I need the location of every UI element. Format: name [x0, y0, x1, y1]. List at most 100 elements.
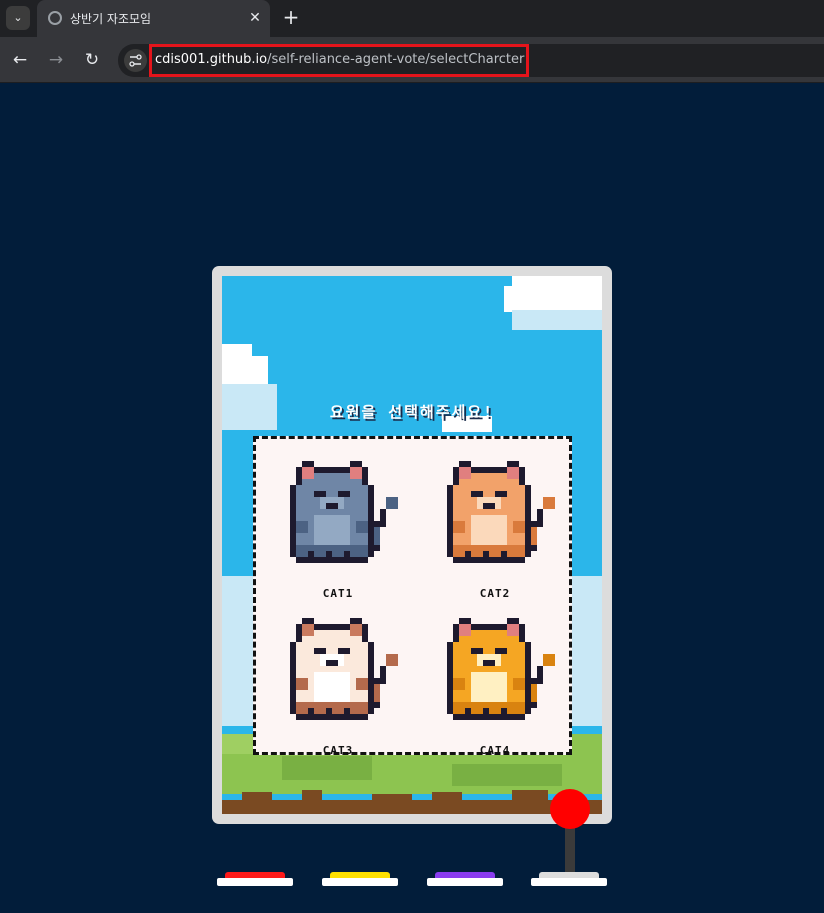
cat-pixel [459, 636, 519, 642]
site-info-icon[interactable] [124, 49, 147, 72]
cat-pixel [380, 509, 386, 527]
arcade-button-yellow[interactable] [322, 872, 398, 886]
cat-pixel [495, 648, 507, 654]
cat-card-1[interactable]: CAT1 [268, 449, 408, 601]
forward-button[interactable]: → [45, 49, 67, 71]
cat-pixel [537, 509, 543, 527]
cat-pixel [459, 479, 519, 485]
cat-pixel [483, 503, 495, 509]
cat-pixel [507, 618, 519, 624]
cat-pixel [314, 648, 326, 654]
cat-pixel [386, 654, 398, 666]
url-path: /self-reliance-agent-vote/selectCharcter [267, 52, 525, 67]
cat-pixel [471, 467, 507, 473]
cat-pixel [314, 491, 326, 497]
cat-pixel [368, 485, 374, 557]
grass-ground [282, 756, 372, 780]
cat-pixel [350, 467, 362, 479]
cat-pixel [453, 678, 465, 690]
reload-button[interactable]: ↻ [81, 49, 103, 71]
cat-pixel [356, 678, 368, 690]
cat-pixel [338, 648, 350, 654]
back-button[interactable]: ← [9, 49, 31, 71]
cat-card-3[interactable]: CAT3 [268, 606, 408, 758]
cloud [504, 286, 524, 312]
cat-label: CAT3 [322, 744, 354, 757]
cat-pixel [314, 624, 350, 630]
cloud [512, 276, 602, 310]
arcade-button-purple[interactable] [427, 872, 503, 886]
browser-tab-bar: ⌄ 상반기 자조모임 ✕ + [0, 0, 824, 37]
cat-pixel [296, 624, 302, 642]
cat-pixel [326, 708, 332, 720]
cat-pixel [374, 684, 380, 702]
url-text[interactable]: cdis001.github.io/self-reliance-agent-vo… [155, 52, 524, 67]
url-domain: cdis001.github.io [155, 52, 268, 67]
joystick-ball[interactable] [550, 789, 590, 829]
cat-pixel [465, 551, 471, 563]
address-bar[interactable]: cdis001.github.io/self-reliance-agent-vo… [118, 44, 824, 77]
cat-label: CAT1 [322, 587, 354, 600]
close-icon[interactable]: ✕ [246, 9, 264, 27]
cat-pixel [302, 467, 314, 479]
dirt-ground [512, 790, 548, 800]
cat-pixel [386, 497, 398, 509]
active-tab[interactable]: 상반기 자조모임 ✕ [37, 0, 270, 37]
cat-pixel [326, 660, 338, 666]
cat-pixel [519, 467, 525, 485]
cat-pixel [459, 618, 471, 624]
cat-pixel [453, 467, 459, 485]
globe-icon [48, 11, 62, 25]
arcade-button-red[interactable] [217, 872, 293, 886]
tab-search-icon[interactable]: ⌄ [6, 6, 30, 30]
cat-pixel [356, 521, 368, 533]
cat-pixel [483, 660, 495, 666]
cat-pixel [501, 551, 507, 563]
dirt-ground [302, 790, 322, 800]
dirt-ground [432, 792, 462, 800]
cat-pixel [296, 467, 302, 485]
cat-pixel [543, 497, 555, 509]
dirt-ground [222, 800, 602, 814]
arcade-button-white[interactable] [531, 872, 607, 886]
cloud [512, 310, 602, 330]
cat-pixel [453, 521, 465, 533]
cat-pixel [447, 485, 453, 557]
button-base [217, 878, 293, 886]
cat-sprite [447, 618, 555, 720]
cat-pixel [465, 708, 471, 720]
cat-pixel [459, 467, 471, 479]
button-base [531, 878, 607, 886]
cat-pixel [374, 527, 380, 545]
button-base [427, 878, 503, 886]
cat-pixel [344, 551, 350, 563]
cat-pixel [344, 708, 350, 720]
tab-title: 상반기 자조모임 [70, 12, 152, 26]
cat-pixel [350, 618, 362, 624]
cat-pixel [302, 479, 362, 485]
cat-label: CAT4 [479, 744, 511, 757]
cat-pixel [368, 642, 374, 714]
cat-card-2[interactable]: CAT2 [425, 449, 565, 601]
cat-pixel [308, 708, 314, 720]
cat-pixel [471, 648, 483, 654]
cloud [242, 356, 268, 386]
cat-sprite [290, 618, 398, 720]
cat-card-4[interactable]: CAT4 [425, 606, 565, 758]
cat-pixel [362, 624, 368, 642]
cat-pixel [519, 624, 525, 642]
character-select-panel: CAT1 CAT2 CAT3 CAT4 [253, 436, 572, 758]
new-tab-button[interactable]: + [279, 6, 303, 30]
cat-pixel [507, 461, 519, 467]
cat-pixel [459, 624, 471, 636]
cat-pixel [290, 642, 296, 714]
cat-pixel [501, 708, 507, 720]
cat-pixel [537, 666, 543, 684]
cat-pixel [507, 467, 519, 479]
grass-ground [452, 764, 562, 786]
cat-pixel [471, 491, 483, 497]
cat-pixel [447, 642, 453, 714]
cat-pixel [308, 551, 314, 563]
cat-pixel [453, 624, 459, 642]
browser-toolbar: ← → ↻ cdis001.github.io/self-reliance-ag… [0, 37, 824, 83]
